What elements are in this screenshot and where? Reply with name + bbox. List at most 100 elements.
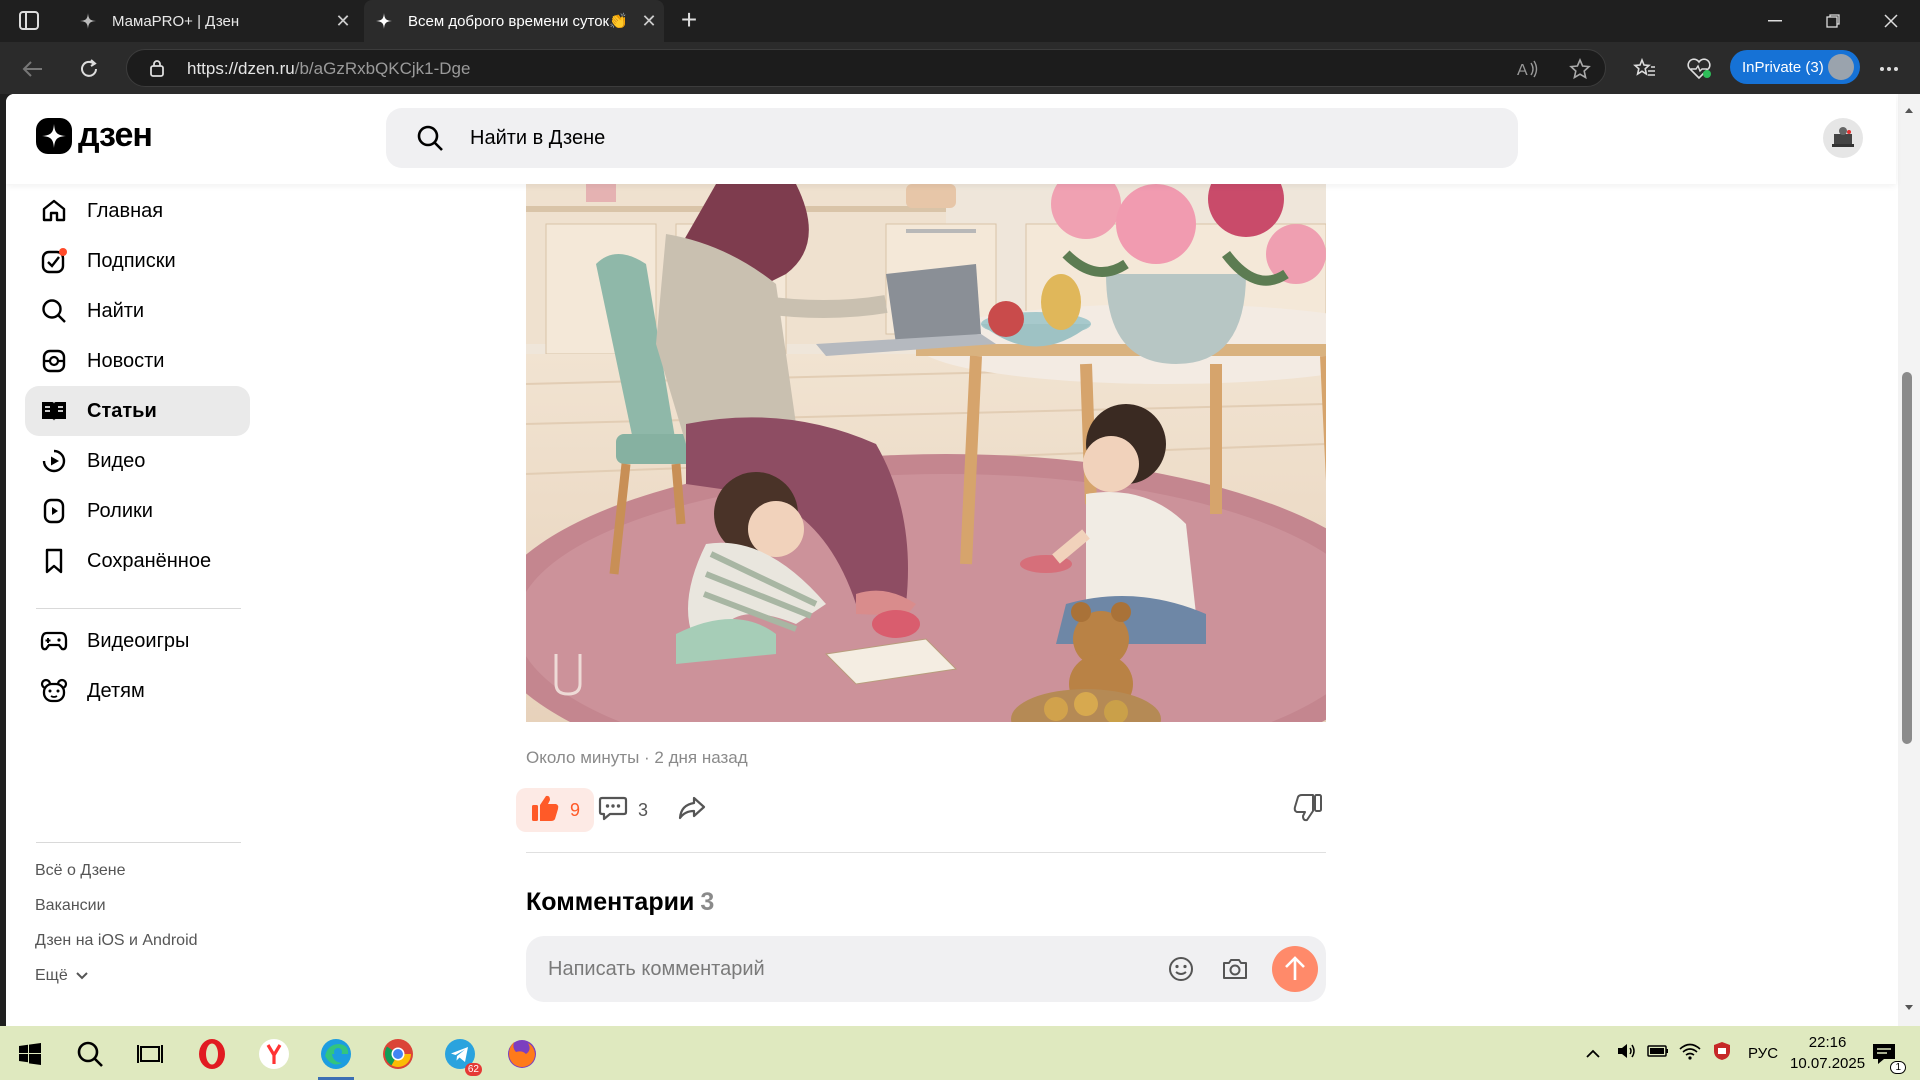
article-image[interactable] [526, 184, 1326, 722]
inprivate-button[interactable]: InPrivate (3) [1730, 50, 1860, 84]
svg-text:A: A [1517, 62, 1528, 79]
taskbar-telegram[interactable]: 62 [440, 1034, 482, 1076]
sidebar-divider [36, 608, 241, 609]
search-placeholder: Найти в Дзене [470, 127, 606, 149]
emoji-icon[interactable] [1166, 954, 1196, 989]
kids-icon [39, 676, 69, 706]
dzen-search-input[interactable]: Найти в Дзене [386, 108, 1518, 168]
volume-icon[interactable] [1610, 1042, 1642, 1064]
sidebar-item-label: Детям [87, 679, 145, 702]
home-icon [39, 196, 69, 226]
sidebar-item-home[interactable]: Главная [25, 186, 250, 236]
system-clock[interactable]: 22:16 10.07.2025 [1790, 1032, 1865, 1074]
favorite-star-icon[interactable] [1569, 57, 1591, 85]
footer-more-label: Ещё [35, 967, 68, 984]
yandex-browser-icon [259, 1039, 289, 1069]
dzen-logo[interactable]: дзен [36, 116, 153, 155]
subscriptions-icon [39, 246, 69, 276]
comments-button[interactable]: 3 [598, 790, 648, 830]
search-icon [77, 1041, 103, 1067]
footer-link-about[interactable]: Всё о Дзене [35, 862, 126, 880]
sidebar-item-videogames[interactable]: Видеоигры [25, 616, 250, 666]
send-comment-button[interactable] [1272, 946, 1318, 992]
new-tab-button[interactable]: + [676, 6, 702, 34]
input-language[interactable]: РУС [1748, 1045, 1778, 1062]
chevron-down-icon [76, 967, 88, 985]
refresh-button[interactable] [74, 54, 104, 84]
start-button[interactable] [10, 1034, 50, 1074]
show-hidden-icons-chevron-icon[interactable] [1576, 1045, 1610, 1062]
chrome-icon [383, 1039, 413, 1069]
like-button[interactable]: 9 [516, 788, 594, 832]
gamepad-icon [39, 626, 69, 656]
windows-taskbar: 62 РУС 22:16 10.07.2025 1 [0, 1026, 1920, 1080]
footer-more-button[interactable]: Ещё [35, 967, 88, 985]
wifi-icon[interactable] [1674, 1042, 1706, 1064]
minimize-button[interactable] [1746, 0, 1804, 42]
taskbar-opera[interactable] [192, 1034, 232, 1074]
read-aloud-icon[interactable]: A [1517, 59, 1539, 84]
sidebar-item-label: Найти [87, 299, 145, 322]
sidebar-item-label: Видео [87, 449, 146, 472]
security-shield-icon[interactable] [1706, 1041, 1738, 1065]
taskbar-firefox[interactable] [502, 1034, 542, 1074]
comment-input[interactable]: Написать комментарий [526, 936, 1326, 1002]
dzen-sidebar: Главная Подписки Найти Новости Статьи Ви… [6, 184, 250, 1024]
close-window-button[interactable] [1862, 0, 1920, 42]
notifications-button[interactable]: 1 [1864, 1034, 1906, 1074]
sidebar-item-shorts[interactable]: Ролики [25, 486, 250, 536]
taskbar-edge[interactable] [316, 1034, 356, 1080]
restore-button[interactable] [1804, 0, 1862, 42]
edge-icon [321, 1039, 351, 1069]
url-text: https://dzen.ru/b/aGzRxbQKCjk1-Dge [187, 59, 470, 79]
sidebar-item-kids[interactable]: Детям [25, 666, 250, 716]
tab-mamapro[interactable]: МамаPRO+ | Дзен ✕ [68, 0, 358, 42]
share-button[interactable] [672, 790, 712, 830]
sidebar-item-news[interactable]: Новости [25, 336, 250, 386]
sidebar-item-articles[interactable]: Статьи [25, 386, 250, 436]
dislike-button[interactable] [1288, 790, 1328, 830]
sidebar-item-video[interactable]: Видео [25, 436, 250, 486]
page-scrollbar[interactable] [1898, 94, 1920, 1026]
comment-placeholder: Написать комментарий [548, 958, 765, 980]
arrow-up-icon [1285, 956, 1305, 980]
taskbar-yandex-browser[interactable] [254, 1034, 294, 1074]
more-menu-icon[interactable] [1874, 54, 1904, 84]
tab-close-icon[interactable]: ✕ [634, 11, 664, 32]
sidebar-item-subscriptions[interactable]: Подписки [25, 236, 250, 286]
sidebar-item-label: Главная [87, 199, 164, 222]
back-button[interactable] [18, 54, 48, 84]
thumbs-up-icon [530, 793, 560, 828]
dzen-favicon-icon [78, 11, 98, 31]
favorites-icon[interactable] [1630, 54, 1660, 84]
taskbar-search-button[interactable] [70, 1034, 110, 1074]
sidebar-item-label: Видеоигры [87, 629, 190, 652]
address-bar[interactable]: https://dzen.ru/b/aGzRxbQKCjk1-Dge A [126, 49, 1606, 87]
sidebar-item-saved[interactable]: Сохранённое [25, 536, 250, 586]
firefox-icon [508, 1040, 536, 1068]
telegram-badge: 62 [464, 1063, 482, 1076]
tab-article[interactable]: Всем доброго времени суток👏 ✕ [364, 0, 664, 42]
task-view-button[interactable] [130, 1034, 170, 1074]
page-viewport: дзен Найти в Дзене Главная Подписки Найт… [6, 94, 1902, 1026]
scrollbar-thumb[interactable] [1902, 372, 1912, 744]
taskbar-chrome[interactable] [378, 1034, 418, 1074]
tab-actions-icon[interactable] [18, 10, 42, 32]
sidebar-item-search[interactable]: Найти [25, 286, 250, 336]
battery-icon[interactable] [1642, 1044, 1674, 1062]
comments-heading: Комментарии 3 [526, 888, 714, 917]
bookmark-icon [39, 546, 69, 576]
clock-time: 22:16 [1808, 1034, 1847, 1051]
lock-icon[interactable] [149, 59, 165, 82]
url-host: https://dzen.ru [187, 59, 295, 78]
dzen-logo-text: дзен [78, 116, 153, 154]
user-avatar[interactable] [1823, 118, 1863, 158]
tab-close-icon[interactable]: ✕ [328, 11, 358, 32]
camera-icon[interactable] [1220, 954, 1250, 989]
footer-link-jobs[interactable]: Вакансии [35, 897, 106, 915]
footer-link-apps[interactable]: Дзен на iOS и Android [35, 932, 198, 950]
tab-title: МамаPRO+ | Дзен [112, 12, 240, 30]
browser-essentials-icon[interactable] [1684, 54, 1714, 84]
like-count: 9 [570, 799, 581, 820]
sidebar-item-label: Новости [87, 349, 165, 372]
